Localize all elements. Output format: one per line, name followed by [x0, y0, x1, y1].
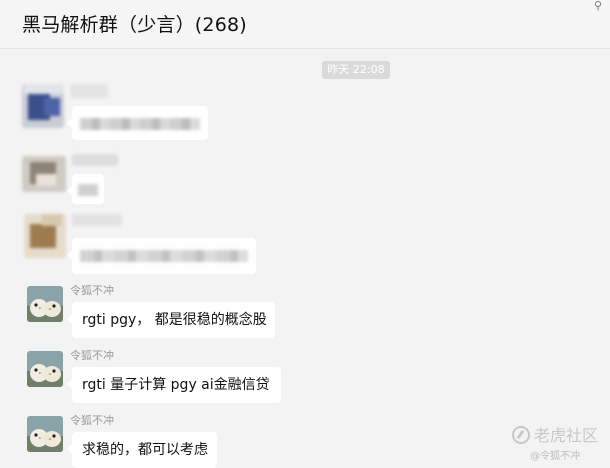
tiger-logo-icon	[512, 426, 530, 444]
sender-name: 令狐不冲	[70, 284, 114, 297]
watermark-handle: @令狐不冲	[530, 451, 580, 462]
avatar[interactable]	[22, 156, 66, 192]
obscured-text	[80, 250, 248, 262]
bird-avatar[interactable]	[27, 286, 63, 322]
message-bubble-obscured[interactable]	[67, 174, 104, 204]
obscured-sender-name	[72, 214, 122, 226]
message-bubble-obscured[interactable]	[67, 106, 208, 140]
chat-title[interactable]: 黑马解析群（少言）(268)	[22, 10, 247, 37]
message-bubble[interactable]: rgti pgy， 都是很稳的概念股	[67, 302, 275, 338]
sender-name: 令狐不冲	[70, 414, 114, 427]
bird-avatar[interactable]	[27, 416, 63, 452]
watermark-brand-text: 老虎社区	[534, 426, 599, 445]
obscured-sender-name	[70, 84, 108, 98]
bird-icon	[27, 286, 63, 322]
chat-header: 黑马解析群（少言）(268) ⚲	[0, 0, 610, 49]
pin-icon[interactable]: ⚲	[590, 0, 606, 14]
avatar[interactable]	[22, 84, 64, 128]
bird-icon	[27, 351, 63, 387]
sender-name: 令狐不冲	[70, 349, 114, 362]
message-bubble[interactable]: rgti 量子计算 pgy ai金融信贷	[67, 367, 281, 403]
avatar[interactable]	[24, 214, 66, 258]
obscured-text	[78, 184, 98, 196]
watermark-brand: 老虎社区	[512, 422, 598, 446]
obscured-text	[80, 118, 200, 130]
obscured-sender-name	[72, 154, 118, 166]
bird-avatar[interactable]	[27, 351, 63, 387]
timestamp-badge: 昨天 22:08	[322, 61, 390, 79]
message-bubble[interactable]: 求稳的，都可以考虑	[67, 432, 217, 468]
bird-icon	[27, 416, 63, 452]
message-bubble-obscured[interactable]	[67, 238, 256, 274]
